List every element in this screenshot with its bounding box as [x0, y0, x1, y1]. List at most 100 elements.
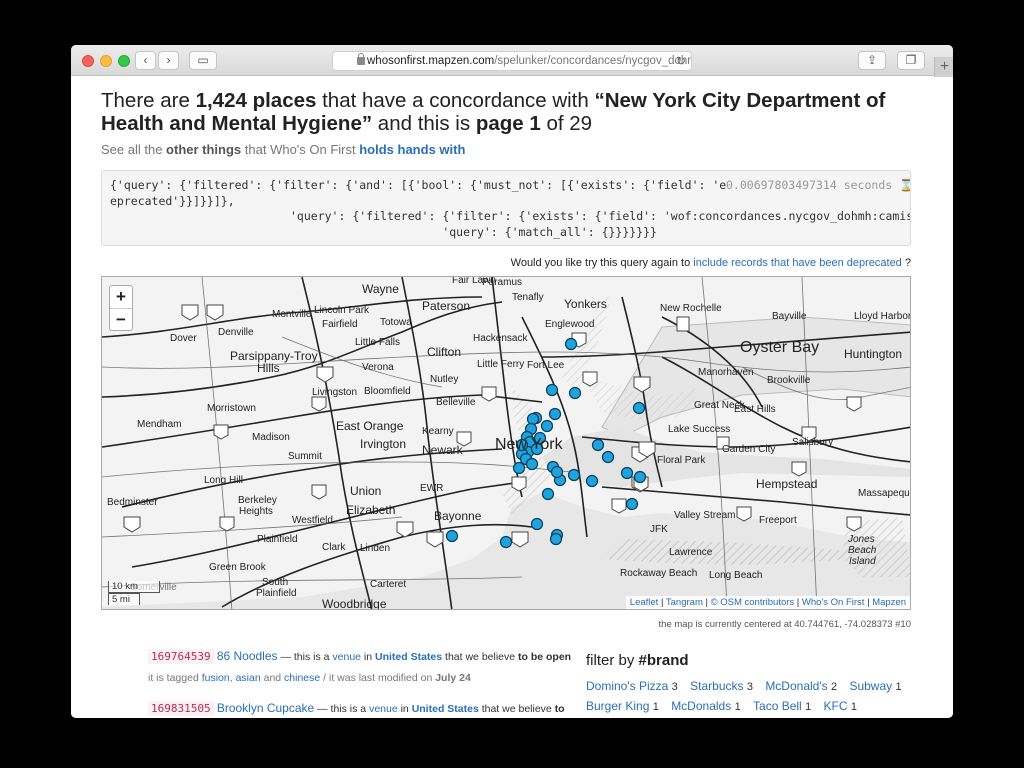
map-label: Hempstead — [756, 477, 818, 491]
result-name-link[interactable]: 86 Noodles — [217, 649, 278, 663]
minimize-window-button[interactable] — [100, 55, 112, 67]
heading-text: There are — [101, 89, 196, 112]
venue-marker[interactable] — [568, 386, 582, 400]
brand-filter-item[interactable]: Taco Bell 1 — [753, 697, 811, 717]
map-label: Oyster Bay — [740, 339, 820, 356]
venue-marker[interactable] — [445, 529, 459, 543]
brand-name[interactable]: McDonald's — [765, 679, 827, 693]
lock-icon — [357, 53, 365, 65]
brand-filter-item[interactable]: McDonalds 1 — [671, 697, 741, 717]
result-status: to be open — [518, 651, 572, 663]
venue-marker[interactable] — [540, 419, 554, 433]
chevron-left-icon: ‹ — [143, 53, 148, 67]
zoom-window-button[interactable] — [118, 55, 130, 67]
brand-name[interactable]: Domino's Pizza — [586, 679, 668, 693]
holds-hands-link[interactable]: holds hands with — [359, 142, 465, 157]
result-tags: it is tagged fusion, asian and chinese /… — [148, 672, 471, 684]
close-window-button[interactable] — [82, 55, 94, 67]
map-label: New Rochelle — [660, 303, 722, 314]
map-label: Nutley — [430, 374, 459, 385]
brand-filter-item[interactable]: KFC 1 — [824, 697, 857, 717]
brand-filter-item[interactable]: Subway 1 — [849, 677, 901, 697]
reload-icon[interactable]: ↻ — [676, 52, 686, 70]
venue-marker[interactable] — [564, 337, 578, 351]
venue-marker[interactable] — [591, 438, 605, 452]
attribution-link[interactable]: © OSM contributors — [711, 597, 795, 608]
map-center-note: the map is currently centered at 40.7447… — [658, 619, 911, 630]
map-label: Kearny — [422, 426, 454, 437]
new-tab-button[interactable]: + — [934, 57, 953, 77]
map-label: Green Brook — [209, 562, 266, 573]
venue-marker[interactable] — [633, 470, 647, 484]
venue-marker[interactable] — [525, 457, 539, 471]
result-name-link[interactable]: Brooklyn Cupcake — [217, 701, 314, 715]
venue-marker[interactable] — [585, 474, 599, 488]
map-label: Little Falls — [355, 337, 401, 348]
brand-name[interactable]: KFC — [824, 699, 848, 713]
venue-marker[interactable] — [625, 497, 639, 511]
map-label: Manorhaven — [698, 367, 754, 378]
venue-marker[interactable] — [499, 535, 513, 549]
map-label: Jones — [848, 534, 875, 545]
venue-marker[interactable] — [549, 532, 563, 546]
country-link[interactable]: United States — [412, 703, 479, 715]
result-id[interactable]: 169831505 — [148, 701, 214, 716]
venue-marker[interactable] — [512, 461, 526, 475]
retry-prompt: Would you like try this query again to i… — [511, 257, 911, 269]
map-scale: 10 km 5 mi — [108, 581, 160, 605]
share-icon: ⇪ — [866, 53, 878, 67]
venue-marker[interactable] — [567, 468, 581, 482]
venue-marker[interactable] — [548, 407, 562, 421]
tag-link[interactable]: asian — [236, 672, 261, 684]
attribution-link[interactable]: Who's On First — [802, 597, 865, 608]
country-link[interactable]: United States — [375, 651, 442, 663]
venue-marker[interactable] — [601, 450, 615, 464]
brand-filter-item[interactable]: Domino's Pizza 3 — [586, 677, 678, 697]
zoom-control: + − — [109, 285, 133, 331]
venue-marker[interactable] — [541, 487, 555, 501]
attribution-link[interactable]: Mapzen — [872, 597, 906, 608]
forward-button[interactable]: › — [158, 51, 179, 70]
venue-marker[interactable] — [550, 465, 564, 479]
brand-count: 1 — [850, 701, 858, 713]
address-bar[interactable]: whosonfirst.mapzen.com/spelunker/concord… — [332, 51, 692, 71]
brand-name[interactable]: McDonalds — [671, 699, 731, 713]
attribution-link[interactable]: Tangram — [666, 597, 703, 608]
brand-filter-item[interactable]: Burger King 1 — [586, 697, 659, 717]
brand-name[interactable]: Burger King — [586, 699, 649, 713]
venue-marker[interactable] — [530, 517, 544, 531]
query-block: {'query': {'filtered': {'filter': {'and'… — [101, 170, 911, 246]
placetype-link[interactable]: venue — [369, 703, 398, 715]
venue-marker[interactable] — [632, 401, 646, 415]
query-line: 'query': {'match_all': {}}}}}}} — [110, 224, 657, 239]
brand-name[interactable]: Starbucks — [690, 679, 743, 693]
brand-name[interactable]: Subway — [849, 679, 892, 693]
venue-marker[interactable] — [620, 466, 634, 480]
placetype-link[interactable]: venue — [332, 651, 361, 663]
venue-marker[interactable] — [545, 383, 559, 397]
venue-marker[interactable] — [526, 412, 540, 426]
brand-filter-item[interactable]: McDonald's 2 — [765, 677, 837, 697]
brand-count: 1 — [652, 701, 659, 713]
attribution-link[interactable]: Leaflet — [630, 597, 659, 608]
result-desc: that we believe — [442, 651, 519, 663]
zoom-in-button[interactable]: + — [110, 286, 132, 308]
map[interactable]: Fair Lawn Paramus Wayne Tenafly Yonkers … — [101, 276, 911, 610]
sidebar-toggle-button[interactable]: ▭ — [189, 51, 217, 70]
tag-link[interactable]: fusion — [202, 672, 230, 684]
result-id[interactable]: 169764539 — [148, 649, 214, 664]
include-deprecated-link[interactable]: include records that have been deprecate… — [693, 257, 902, 269]
map-label: Linden — [360, 543, 391, 554]
brand-count: 1 — [895, 681, 902, 693]
share-button[interactable]: ⇪ — [858, 51, 886, 70]
retry-text: Would you like try this query again to — [510, 257, 694, 269]
tag-link[interactable]: chinese — [284, 672, 320, 684]
brand-count: 1 — [805, 701, 812, 713]
back-button[interactable]: ‹ — [135, 51, 156, 70]
map-label: Carteret — [370, 579, 407, 590]
brand-filter-item[interactable]: Starbucks 3 — [690, 677, 753, 697]
sub-text: that Who's On First — [241, 142, 360, 157]
zoom-out-button[interactable]: − — [110, 308, 132, 330]
brand-name[interactable]: Taco Bell — [753, 699, 802, 713]
tabs-overview-button[interactable]: ❐ — [897, 51, 925, 70]
